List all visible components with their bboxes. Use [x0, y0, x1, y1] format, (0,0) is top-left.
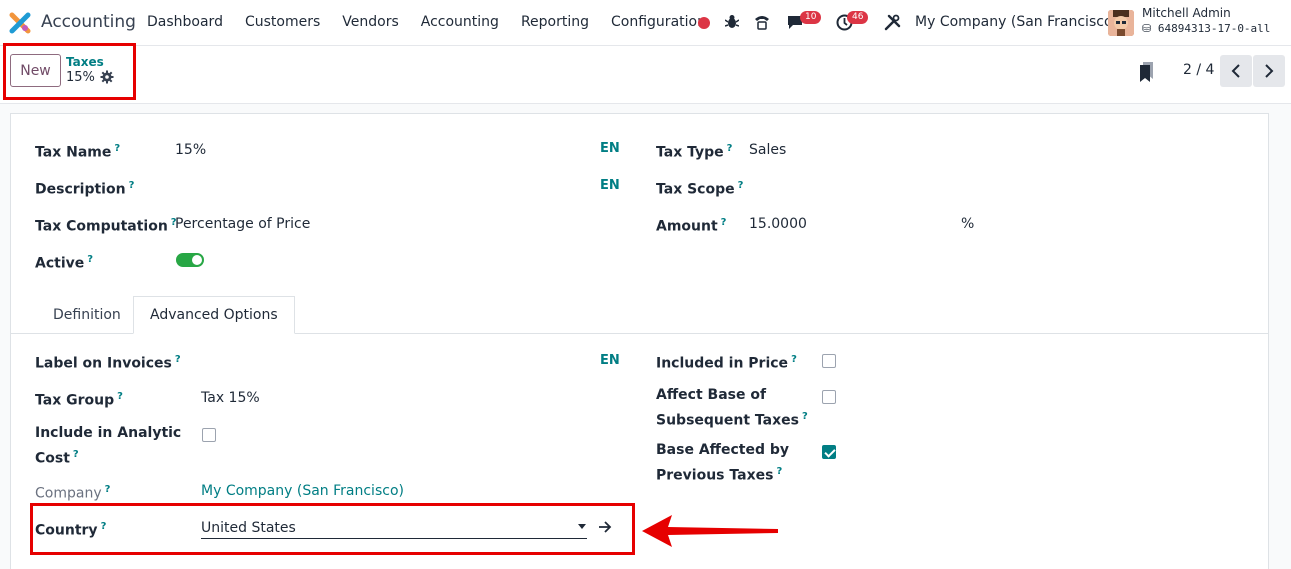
menu-reporting[interactable]: Reporting — [521, 14, 589, 30]
avatar-face-icon — [1108, 10, 1134, 36]
amount-unit: % — [961, 216, 975, 232]
tax-type-label: Tax Type? — [656, 143, 733, 161]
active-label: Active? — [35, 254, 94, 272]
tab-definition[interactable]: Definition — [36, 296, 138, 334]
label-on-invoices-label: Label on Invoices? — [35, 354, 181, 372]
tax-name-lang-button[interactable]: EN — [600, 141, 620, 156]
country-label: Country? — [35, 521, 107, 539]
chevron-left-icon — [1231, 64, 1240, 78]
include-analytic-checkbox[interactable] — [202, 428, 216, 442]
menu-vendors[interactable]: Vendors — [342, 14, 398, 30]
phone-icon[interactable] — [753, 13, 771, 31]
top-navbar: Accounting Dashboard Customers Vendors A… — [0, 0, 1291, 46]
menu-configuration[interactable]: Configuration — [611, 14, 706, 30]
chevron-right-icon — [1265, 64, 1274, 78]
user-name[interactable]: Mitchell Admin — [1142, 6, 1231, 20]
tax-scope-label: Tax Scope? — [656, 180, 744, 198]
pager-next-button[interactable] — [1253, 55, 1285, 87]
affect-base-label: Affect Base of Subsequent Taxes? — [656, 387, 808, 429]
tab-advanced-options[interactable]: Advanced Options — [133, 296, 295, 334]
tax-group-field[interactable]: Tax 15% — [201, 390, 260, 406]
chat-badge: 10 — [800, 11, 822, 24]
bug-icon[interactable] — [725, 14, 739, 30]
breadcrumb-current: 15% — [66, 70, 95, 85]
gear-icon[interactable] — [100, 70, 114, 84]
tax-group-label: Tax Group? — [35, 391, 123, 409]
accounting-app-icon[interactable] — [9, 12, 31, 34]
base-affected-label: Base Affected by Previous Taxes? — [656, 442, 790, 484]
user-avatar[interactable] — [1108, 10, 1134, 36]
control-panel: New Taxes 15% 2 / 4 — [0, 43, 1291, 104]
tax-name-label: Tax Name? — [35, 143, 121, 161]
menu-customers[interactable]: Customers — [245, 14, 320, 30]
pager-value[interactable]: 2 / 4 — [1183, 62, 1214, 78]
tools-icon[interactable] — [884, 14, 901, 31]
tax-type-field[interactable]: Sales — [749, 142, 786, 158]
database-name: ⛁ 64894313-17-0-all — [1142, 22, 1271, 35]
breadcrumb-taxes[interactable]: Taxes — [66, 55, 104, 69]
activity-badge: 46 — [847, 11, 869, 24]
bookmark-icon[interactable] — [1139, 62, 1155, 82]
active-toggle[interactable] — [176, 253, 204, 267]
include-analytic-label: Include in Analytic Cost? — [35, 425, 182, 467]
amount-label: Amount? — [656, 217, 727, 235]
app-name[interactable]: Accounting — [41, 12, 136, 32]
database-name-text: 64894313-17-0-all — [1157, 22, 1271, 35]
country-open-record-arrow-icon[interactable] — [598, 521, 612, 533]
new-button[interactable]: New — [10, 54, 61, 87]
pager-previous-button[interactable] — [1220, 55, 1252, 87]
included-in-price-checkbox[interactable] — [822, 354, 836, 368]
menu-dashboard[interactable]: Dashboard — [147, 14, 223, 30]
included-in-price-label: Included in Price? — [656, 354, 797, 372]
label-on-invoices-lang-button[interactable]: EN — [600, 353, 620, 368]
red-arrow-annotation-icon — [642, 515, 778, 547]
description-label: Description? — [35, 180, 135, 198]
country-field[interactable]: United States — [201, 520, 296, 536]
tax-name-field[interactable]: 15% — [175, 142, 206, 158]
country-dropdown-caret-icon[interactable] — [578, 524, 586, 529]
company-field[interactable]: My Company (San Francisco) — [201, 483, 404, 499]
tax-computation-field[interactable]: Percentage of Price — [175, 216, 310, 232]
company-switcher[interactable]: My Company (San Francisco) — [915, 14, 1118, 30]
company-label: Company? — [35, 484, 111, 502]
main-menu: Dashboard Customers Vendors Accounting R… — [147, 14, 728, 30]
affect-base-checkbox[interactable] — [822, 390, 836, 404]
base-affected-checkbox[interactable] — [822, 445, 836, 459]
record-icon[interactable] — [698, 17, 710, 29]
amount-field[interactable]: 15.0000 — [749, 216, 807, 232]
tax-computation-label: Tax Computation? — [35, 217, 177, 235]
menu-accounting[interactable]: Accounting — [421, 14, 499, 30]
description-lang-button[interactable]: EN — [600, 178, 620, 193]
form-sheet: Tax Name? 15% EN Description? EN Tax Com… — [10, 113, 1269, 569]
country-field-underline — [201, 538, 587, 539]
